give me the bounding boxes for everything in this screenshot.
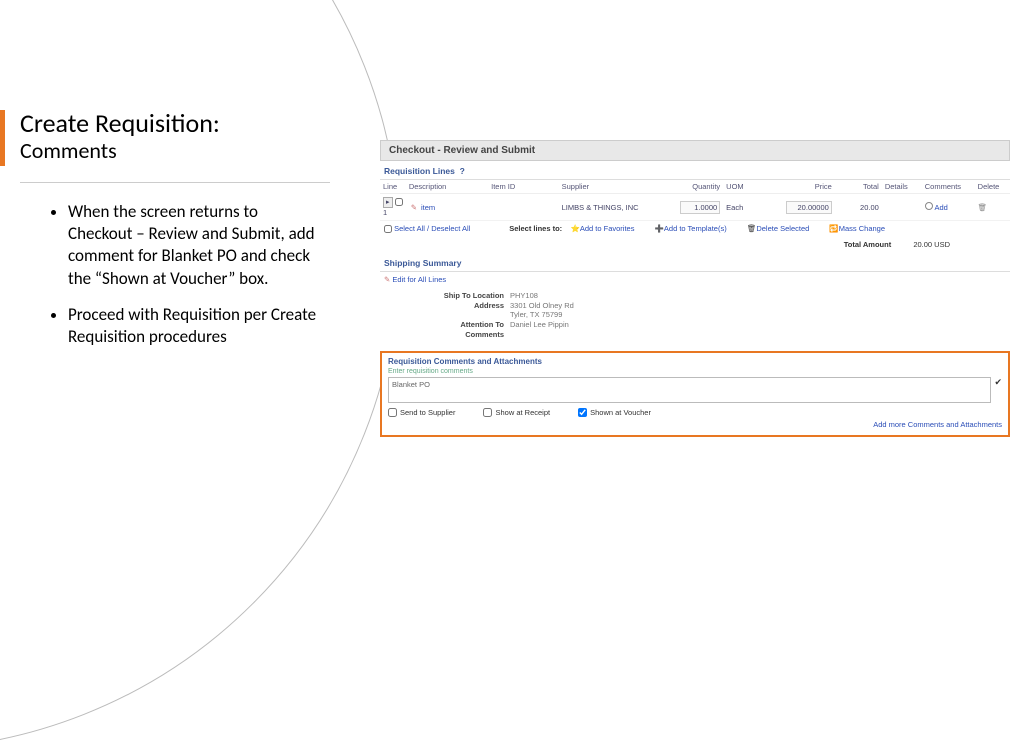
delete-icon: 🗑: [747, 224, 757, 233]
bullet-1: When the screen returns to Checkout – Re…: [68, 201, 330, 289]
bullet-2: Proceed with Requisition per Create Requ…: [68, 304, 330, 348]
mass-icon: 🔁: [829, 224, 838, 233]
send-supplier-cb[interactable]: Send to Supplier: [388, 408, 455, 417]
trash-icon[interactable]: 🗑: [978, 203, 988, 212]
qty-input[interactable]: 1.0000: [680, 201, 720, 214]
comments-highlight-box: Requisition Comments and Attachments Ent…: [380, 351, 1010, 437]
app-screenshot: Checkout - Review and Submit Requisition…: [380, 140, 1010, 437]
slide-subtitle: Comments: [20, 137, 330, 164]
checkbox-row: Send to Supplier Show at Receipt Shown a…: [388, 408, 1002, 417]
table-row: ▸ 1 ✎ item LIMBS & THINGS, INC 1.0000 Ea…: [380, 194, 1010, 221]
spellcheck-icon[interactable]: ✔: [994, 377, 1002, 388]
total-row: Total Amount 20.00 USD: [380, 236, 1010, 253]
accent-bar: [0, 110, 5, 166]
edit-all-link[interactable]: Edit for All Lines: [392, 275, 446, 284]
delete-selected-link[interactable]: Delete Selected: [756, 224, 809, 233]
pencil-icon: ✎: [384, 275, 390, 284]
template-icon: ➕: [655, 224, 664, 233]
supplier-cell: LIMBS & THINGS, INC: [559, 194, 665, 221]
req-lines-title: Requisition Lines ?: [380, 163, 1010, 180]
add-comment-link[interactable]: Add: [934, 203, 947, 212]
table-header-row: Line Description Item ID Supplier Quanti…: [380, 180, 1010, 194]
comment-radio[interactable]: [925, 202, 933, 210]
comments-subtitle: Enter requisition comments: [388, 368, 1002, 375]
select-lines-label: Select lines to:: [509, 224, 562, 233]
add-fav-link[interactable]: Add to Favorites: [580, 224, 635, 233]
show-receipt-cb[interactable]: Show at Receipt: [483, 408, 550, 417]
add-more-link[interactable]: Add more Comments and Attachments: [873, 420, 1002, 429]
bullet-list: When the screen returns to Checkout – Re…: [20, 201, 330, 348]
item-desc-link[interactable]: item: [421, 203, 435, 212]
star-icon: ⭐: [571, 224, 580, 233]
price-input[interactable]: 20.00000: [786, 201, 832, 214]
slide-text-panel: Create Requisition: Comments When the sc…: [20, 110, 330, 362]
slide-title: Create Requisition:: [20, 110, 330, 137]
shown-voucher-cb[interactable]: Shown at Voucher: [578, 408, 651, 417]
mass-change-link[interactable]: Mass Change: [839, 224, 885, 233]
expand-icon[interactable]: ▸: [383, 197, 393, 208]
comments-title: Requisition Comments and Attachments: [388, 357, 1002, 366]
bulk-actions-row: Select All / Deselect All Select lines t…: [380, 221, 1010, 236]
divider: [20, 182, 330, 183]
page-header: Checkout - Review and Submit: [380, 140, 1010, 161]
shipping-title: Shipping Summary: [380, 255, 1010, 272]
pencil-icon[interactable]: ✎: [409, 203, 419, 212]
req-lines-table: Line Description Item ID Supplier Quanti…: [380, 180, 1010, 221]
comments-textarea[interactable]: [388, 377, 991, 403]
shipping-grid: Ship To LocationPHY108 Address3301 Old O…: [380, 287, 1010, 347]
select-all-link[interactable]: Select All / Deselect All: [394, 224, 470, 233]
row-checkbox[interactable]: [395, 198, 403, 206]
add-template-link[interactable]: Add to Template(s): [664, 224, 727, 233]
help-icon[interactable]: ?: [457, 166, 467, 176]
select-all-checkbox[interactable]: [384, 225, 392, 233]
